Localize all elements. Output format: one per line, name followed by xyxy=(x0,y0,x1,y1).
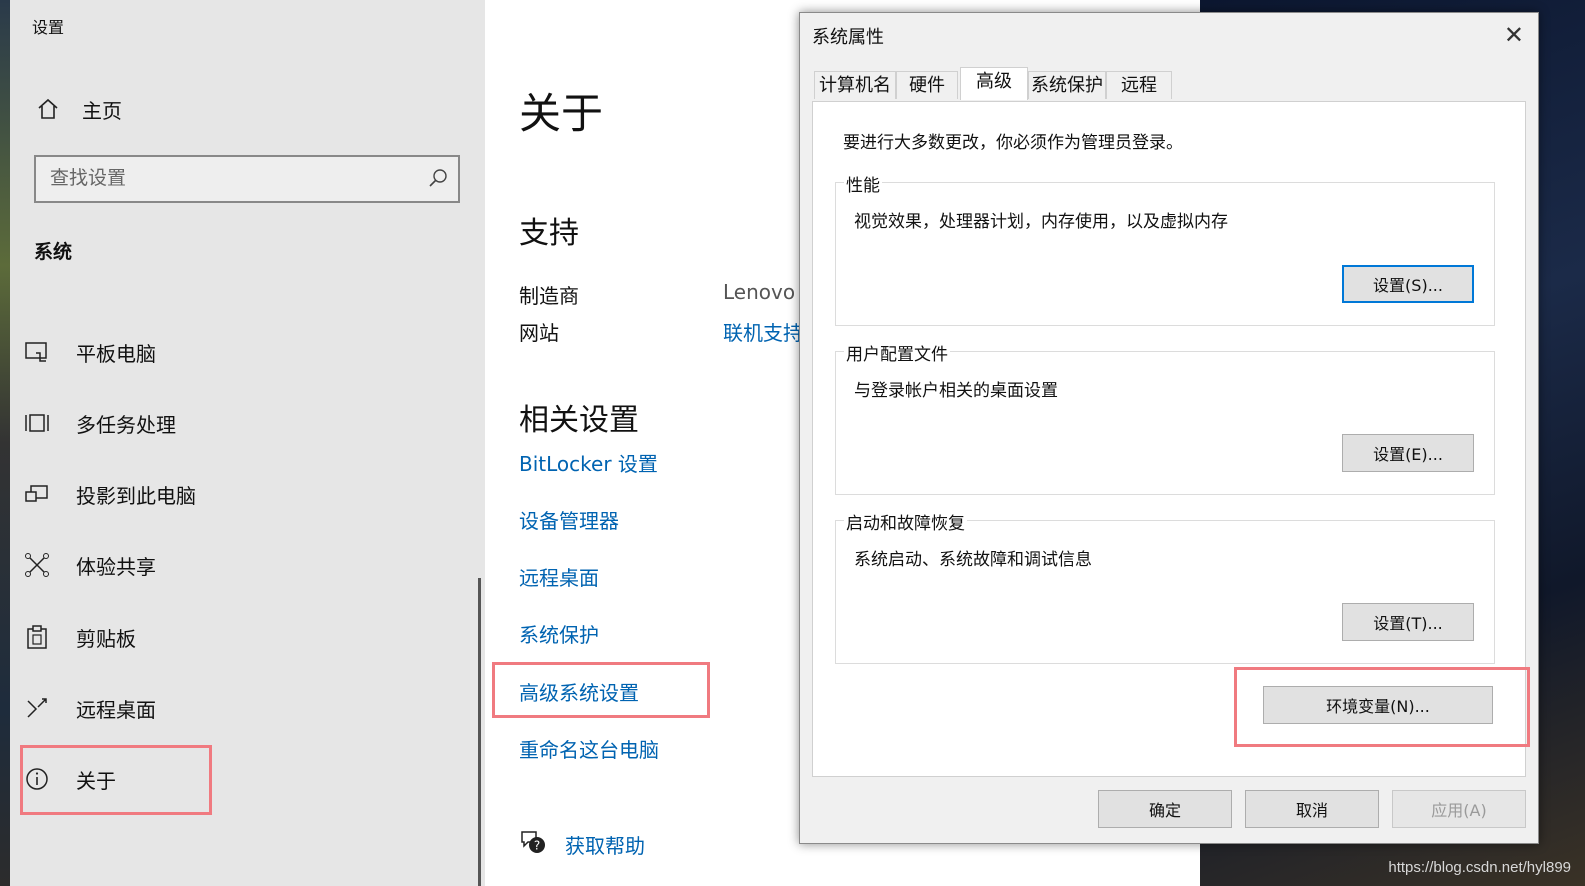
tab-remote[interactable]: 远程 xyxy=(1106,71,1172,99)
manufacturer-value: Lenovo xyxy=(723,280,796,304)
tab-hardware[interactable]: 硬件 xyxy=(896,71,958,99)
sidebar-item-label: 体验共享 xyxy=(76,554,156,579)
link-bitlocker[interactable]: BitLocker 设置 xyxy=(519,448,658,477)
settings-sidebar: 设置 主页 系统 平板电脑 多任务处理 投影到此电脑 体验共享 xyxy=(10,0,485,886)
section-title: 系统 xyxy=(34,241,73,263)
home-label: 主页 xyxy=(82,98,122,123)
highlight-env-button xyxy=(1234,667,1530,747)
group-legend: 用户配置文件 xyxy=(844,340,950,365)
sidebar-item-remote-desktop[interactable]: 远程桌面 xyxy=(22,683,462,733)
group-legend: 性能 xyxy=(844,171,882,196)
help-label: 获取帮助 xyxy=(565,833,645,858)
home-nav-item[interactable]: 主页 xyxy=(34,92,122,126)
sidebar-item-label: 多任务处理 xyxy=(76,412,176,437)
sidebar-item-multitask[interactable]: 多任务处理 xyxy=(22,398,462,448)
tab-advanced[interactable]: 高级 xyxy=(960,67,1028,100)
startup-recovery-group: 启动和故障恢复 系统启动、系统故障和调试信息 设置(T)... xyxy=(835,509,1495,664)
tab-system-protection[interactable]: 系统保护 xyxy=(1028,71,1106,99)
scrollbar[interactable] xyxy=(478,578,481,886)
highlight-advanced-settings xyxy=(492,662,710,718)
sidebar-item-label: 平板电脑 xyxy=(76,341,156,366)
startup-recovery-settings-button[interactable]: 设置(T)... xyxy=(1342,603,1474,641)
close-icon[interactable]: ✕ xyxy=(1504,21,1524,49)
multitask-icon xyxy=(22,408,52,438)
search-icon[interactable] xyxy=(428,168,448,188)
ok-button[interactable]: 确定 xyxy=(1098,790,1232,828)
tab-computer-name[interactable]: 计算机名 xyxy=(814,71,896,99)
settings-window-title: 设置 xyxy=(32,18,65,37)
project-icon xyxy=(22,479,52,509)
svg-text:?: ? xyxy=(534,839,540,853)
link-device-manager[interactable]: 设备管理器 xyxy=(519,505,619,534)
desktop-background-left xyxy=(0,0,10,886)
link-remote-desktop[interactable]: 远程桌面 xyxy=(519,562,599,591)
apply-button[interactable]: 应用(A) xyxy=(1392,790,1526,828)
sidebar-item-label: 投影到此电脑 xyxy=(76,483,196,508)
clipboard-icon xyxy=(22,622,52,652)
watermark: https://blog.csdn.net/hyl899 xyxy=(1388,859,1571,876)
sidebar-item-tablet[interactable]: 平板电脑 xyxy=(22,327,462,377)
sidebar-item-label: 远程桌面 xyxy=(76,697,156,722)
group-description: 系统启动、系统故障和调试信息 xyxy=(854,550,1092,570)
sidebar-item-project[interactable]: 投影到此电脑 xyxy=(22,469,462,519)
performance-group: 性能 视觉效果，处理器计划，内存使用，以及虚拟内存 设置(S)... xyxy=(835,171,1495,326)
support-heading: 支持 xyxy=(519,216,579,251)
search-input[interactable] xyxy=(36,157,410,199)
share-icon xyxy=(22,550,52,580)
help-icon: ? xyxy=(519,828,547,860)
group-description: 与登录帐户相关的桌面设置 xyxy=(854,381,1058,401)
user-profiles-settings-button[interactable]: 设置(E)... xyxy=(1342,434,1474,472)
search-box xyxy=(34,155,460,203)
group-description: 视觉效果，处理器计划，内存使用，以及虚拟内存 xyxy=(854,212,1228,232)
performance-settings-button[interactable]: 设置(S)... xyxy=(1342,265,1474,303)
website-link[interactable]: 联机支持 xyxy=(723,317,803,346)
sidebar-item-share[interactable]: 体验共享 xyxy=(22,540,462,590)
home-icon xyxy=(34,95,62,123)
user-profiles-group: 用户配置文件 与登录帐户相关的桌面设置 设置(E)... xyxy=(835,340,1495,495)
link-rename-pc[interactable]: 重命名这台电脑 xyxy=(519,734,659,763)
dialog-title: 系统属性 xyxy=(812,27,884,48)
get-help-link[interactable]: ? 获取帮助 xyxy=(519,828,645,860)
manufacturer-label: 制造商 xyxy=(519,284,579,308)
website-label: 网站 xyxy=(519,321,559,345)
highlight-about xyxy=(20,745,212,815)
link-system-protection[interactable]: 系统保护 xyxy=(519,619,599,648)
sidebar-item-label: 剪贴板 xyxy=(76,626,136,651)
admin-note: 要进行大多数更改，你必须作为管理员登录。 xyxy=(843,133,1183,153)
page-title: 关于 xyxy=(519,89,604,138)
tablet-icon xyxy=(22,337,52,367)
remote-icon xyxy=(22,693,52,723)
sidebar-item-clipboard[interactable]: 剪贴板 xyxy=(22,612,462,662)
related-settings-heading: 相关设置 xyxy=(519,403,639,438)
group-legend: 启动和故障恢复 xyxy=(844,509,967,534)
system-properties-dialog: 系统属性 ✕ 计算机名 硬件 高级 系统保护 远程 要进行大多数更改，你必须作为… xyxy=(799,12,1539,844)
cancel-button[interactable]: 取消 xyxy=(1245,790,1379,828)
